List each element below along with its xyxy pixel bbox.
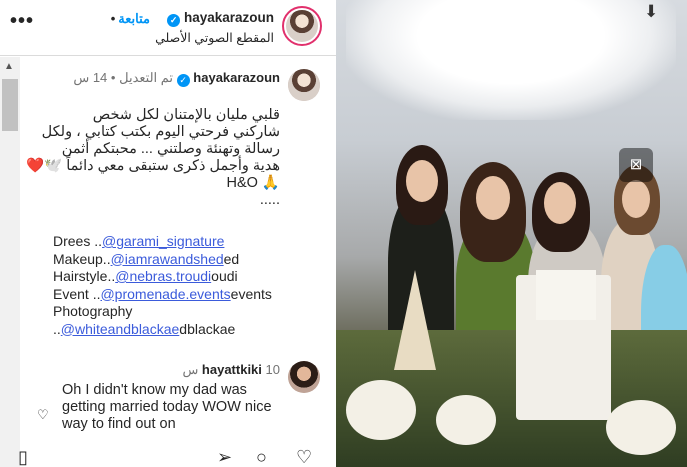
- credit-line: Drees ..@garami_signature: [53, 233, 225, 249]
- caption-credits: Drees ..@garami_signature Makeup..@iamra…: [53, 233, 293, 338]
- comment-meta: hayattkiki 10 س: [182, 362, 280, 378]
- comment-text: Oh I didn't know my dad was getting marr…: [62, 382, 272, 432]
- flowers: [606, 400, 676, 455]
- mention-link[interactable]: @garami_signature: [102, 233, 224, 249]
- mention-link[interactable]: @iamrawandshed: [111, 251, 224, 267]
- cake-topper: [536, 270, 596, 320]
- verified-icon: ✓: [167, 14, 181, 27]
- verified-icon: ✓: [176, 74, 190, 87]
- post-header: ••• متابعة• ✓ hayakarazoun المقطع الصوتي…: [0, 0, 336, 56]
- flowers: [346, 380, 416, 440]
- post-sidebar: ••• متابعة• ✓ hayakarazoun المقطع الصوتي…: [0, 0, 336, 467]
- credit-line: ..@whiteandblackaedblackae: [53, 320, 236, 337]
- bookmark-icon[interactable]: ▯: [18, 448, 28, 466]
- caption-time[interactable]: 14 س: [73, 70, 107, 85]
- chandelier: [346, 0, 676, 120]
- comments-scroll: hayakarazoun ✓ تم التعديل • 14 س قلبي مل…: [0, 57, 336, 457]
- author-avatar[interactable]: [282, 6, 322, 46]
- guest-face: [406, 160, 438, 202]
- mention-link[interactable]: @promenade.events: [100, 286, 230, 302]
- more-options-icon[interactable]: •••: [10, 10, 34, 33]
- credit-line: Hairstyle..@nebras.troudioudi: [53, 268, 238, 284]
- caption-username[interactable]: hayakarazoun: [193, 70, 280, 85]
- header-username[interactable]: ✓ hayakarazoun: [167, 10, 274, 27]
- guest-face: [622, 180, 650, 218]
- header-username-text[interactable]: hayakarazoun: [184, 10, 274, 25]
- caption-meta: hayakarazoun ✓ تم التعديل • 14 س: [73, 70, 280, 87]
- mute-toggle-icon[interactable]: ⊠: [619, 148, 653, 182]
- audio-label[interactable]: المقطع الصوتي الأصلي: [155, 30, 274, 45]
- mention-link[interactable]: @whiteandblackae: [61, 321, 180, 337]
- flowers: [436, 395, 496, 445]
- mention-link[interactable]: @nebras.troudi: [115, 268, 211, 284]
- credit-line: Event ..@promenade.eventsevents: [53, 285, 272, 302]
- post-video[interactable]: ⬇ ⊠: [336, 0, 687, 467]
- caption-edited: تم التعديل: [119, 70, 174, 85]
- caption-text: قلبي مليان بالإمتنان لكل شخص شاركني فرحت…: [26, 107, 280, 208]
- follow-button[interactable]: متابعة•: [108, 11, 150, 27]
- credit-line: Makeup..@iamrawandsheded: [53, 250, 240, 267]
- comment-like-icon[interactable]: ♡: [37, 407, 49, 423]
- share-icon[interactable]: ➢: [217, 448, 232, 466]
- guest-face: [544, 182, 576, 224]
- comment-username[interactable]: hayattkiki: [202, 362, 262, 377]
- action-bar: ▯ ➢ ○ ♡: [0, 446, 336, 467]
- follow-label[interactable]: متابعة: [118, 11, 150, 26]
- download-icon[interactable]: ⬇: [644, 2, 658, 22]
- like-icon[interactable]: ♡: [296, 448, 312, 466]
- comment-icon[interactable]: ○: [256, 448, 267, 466]
- bride-face: [476, 176, 510, 220]
- commenter-avatar[interactable]: [288, 361, 320, 393]
- caption-avatar[interactable]: [288, 69, 320, 101]
- credit-line: Photography: [53, 303, 133, 319]
